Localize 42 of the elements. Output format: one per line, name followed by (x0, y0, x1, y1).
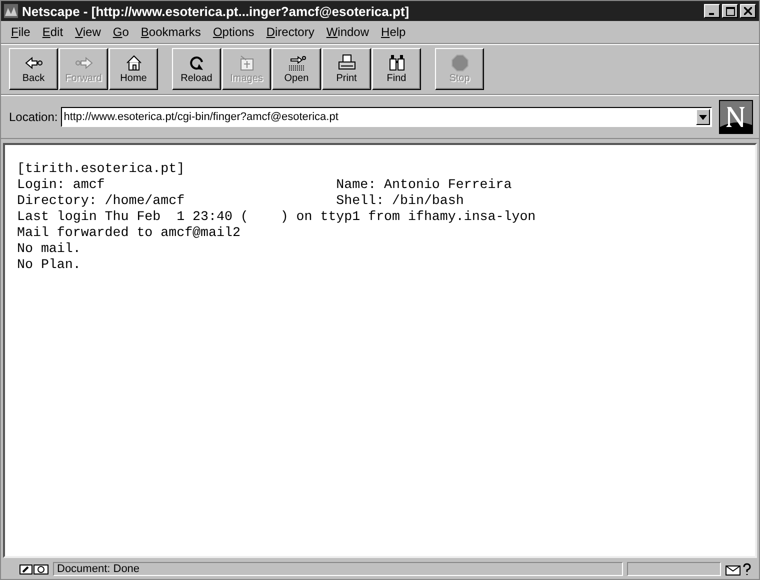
open-icon (286, 54, 306, 72)
dropdown-button[interactable] (696, 109, 710, 125)
location-label: Location: (9, 110, 58, 124)
toolbar-button[interactable]: Open (272, 48, 321, 90)
menu-item[interactable]: Directory (260, 25, 320, 39)
close-icon (744, 7, 752, 15)
mail-icon (725, 562, 753, 576)
left-arrow-icon (24, 54, 44, 72)
app-icon (4, 4, 18, 18)
text-line: No Plan. (17, 257, 81, 273)
menu-item[interactable]: Options (206, 25, 260, 39)
minimize-button[interactable] (704, 4, 720, 18)
caret-icon (699, 114, 707, 120)
printer-icon (336, 54, 356, 72)
text-line: Login: amcf Name: Antonio Ferreira (17, 177, 512, 193)
text-line: Last login Thu Feb 1 23:40 ( ) on ttyp1 from ifhamy.insa-lyon (17, 209, 536, 225)
maximize-icon (726, 6, 734, 16)
toolbar-button[interactable]: Back (9, 48, 58, 90)
text-line: No mail. (17, 241, 81, 257)
logo-icon (719, 100, 753, 134)
close-button[interactable] (740, 4, 756, 18)
text-line: [tirith.esoterica.pt] (17, 161, 185, 177)
stop-icon (450, 54, 470, 72)
right-arrow-icon (74, 54, 94, 72)
menu-item[interactable]: Help (375, 25, 412, 39)
toolbar-button[interactable]: Home (109, 48, 158, 90)
menu-item[interactable]: View (69, 25, 107, 39)
text-line: Mail forwarded to amcf@mail2 (17, 225, 240, 241)
binoculars-icon (386, 54, 406, 72)
toolbar-button[interactable]: Reload (172, 48, 221, 90)
menu-item[interactable]: Go (106, 25, 135, 39)
maximize-button[interactable] (722, 4, 738, 18)
security-icon (19, 562, 49, 576)
toolbar-button[interactable]: Find (372, 48, 421, 90)
text-line: Directory: /home/amcf Shell: /bin/bash (17, 193, 464, 209)
menu-item[interactable]: Edit (36, 25, 70, 39)
menu-item[interactable]: File (5, 25, 36, 39)
menu-item[interactable]: Bookmarks (134, 25, 207, 39)
toolbar-button[interactable]: Print (322, 48, 371, 90)
window-title: Netscape - [http://www.esoterica.pt...inger?amcf@esoterica.pt] (22, 4, 410, 18)
status-text: Document: Done (53, 562, 623, 576)
menu-item[interactable]: Window (320, 25, 376, 39)
